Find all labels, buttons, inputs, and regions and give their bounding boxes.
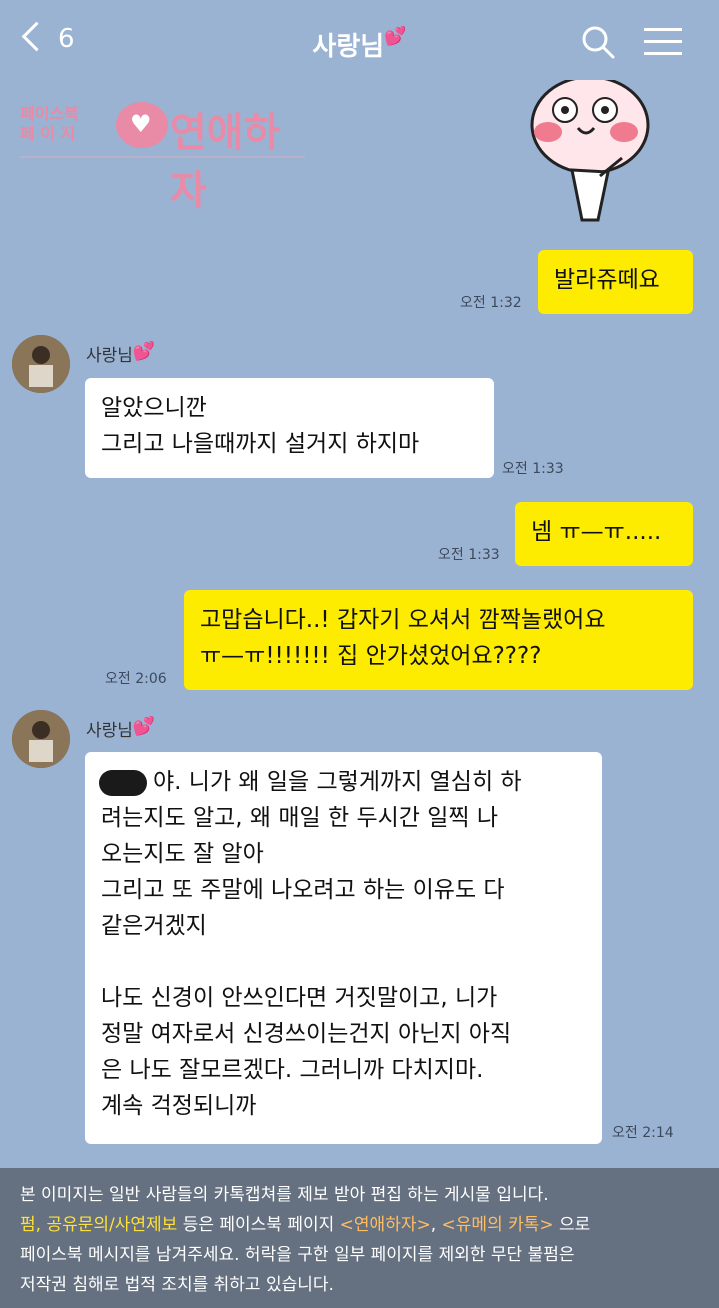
chat-title-text: 사랑님: [312, 32, 385, 62]
avatar[interactable]: [12, 335, 70, 393]
footer-line2: 펌, 공유문의/사연제보 등은 페이스북 페이지 <연애하자>, <유메의 카톡…: [20, 1215, 591, 1235]
message-time: 오전 1:33: [438, 547, 500, 563]
sender-name: 사랑님💕: [86, 341, 156, 366]
their-message-bubble[interactable]: 야. 니가 왜 일을 그렇게까지 열심히 하 려는지도 알고, 왜 매일 한 두…: [85, 752, 602, 1144]
message-time: 오전 1:33: [502, 461, 564, 477]
message-text: 야. 니가 왜 일을 그렇게까지 열심히 하 려는지도 알고, 왜 매일 한 두…: [101, 769, 522, 1119]
message-time: 오전 1:32: [460, 295, 522, 311]
watermark-small-line2: 페 이 지: [20, 124, 76, 143]
message-time: 오전 2:06: [105, 671, 167, 687]
my-message-bubble[interactable]: 넴 ㅠ—ㅠ.....: [515, 502, 693, 566]
watermark-small-line1: 페이스북: [20, 104, 79, 123]
sender-name: 사랑님💕: [86, 716, 156, 741]
footer-notice: 본 이미지는 일반 사람들의 카톡캡쳐를 제보 받아 편집 하는 게시물 입니다…: [0, 1168, 719, 1308]
avatar[interactable]: [12, 710, 70, 768]
redaction-mark: [99, 770, 147, 796]
my-message-bubble[interactable]: 발라쥬떼요: [538, 250, 693, 314]
watermark-brand: 연애하자: [170, 110, 281, 214]
my-message-bubble[interactable]: 고맙습니다..! 갑자기 오셔서 깜짝놀랬어요 ㅠ—ㅠ!!!!!!! 집 안가셨…: [184, 590, 693, 690]
menu-icon[interactable]: [644, 28, 682, 56]
watermark-logo: 페이스북 페 이 지 ♥ 연애하자: [20, 96, 305, 214]
their-message-bubble[interactable]: 알았으니깐 그리고 나을때까지 설거지 하지마: [85, 378, 494, 478]
emoticon-sticker: [530, 80, 650, 222]
watermark-divider: [20, 156, 305, 158]
footer-line3: 페이스북 메시지를 남겨주세요. 허락을 구한 일부 페이지를 제외한 무단 불…: [20, 1245, 575, 1265]
footer-line4: 저작권 침해로 법적 조치를 취하고 있습니다.: [20, 1275, 334, 1295]
search-icon[interactable]: [580, 24, 616, 60]
title-heart-emoji: 💕: [384, 26, 407, 47]
heart-bubble-icon: ♥: [116, 102, 168, 148]
footer-line1: 본 이미지는 일반 사람들의 카톡캡쳐를 제보 받아 편집 하는 게시물 입니다…: [20, 1185, 549, 1205]
message-time: 오전 2:14: [612, 1125, 674, 1141]
chat-header: 6 사랑님💕: [0, 0, 719, 84]
